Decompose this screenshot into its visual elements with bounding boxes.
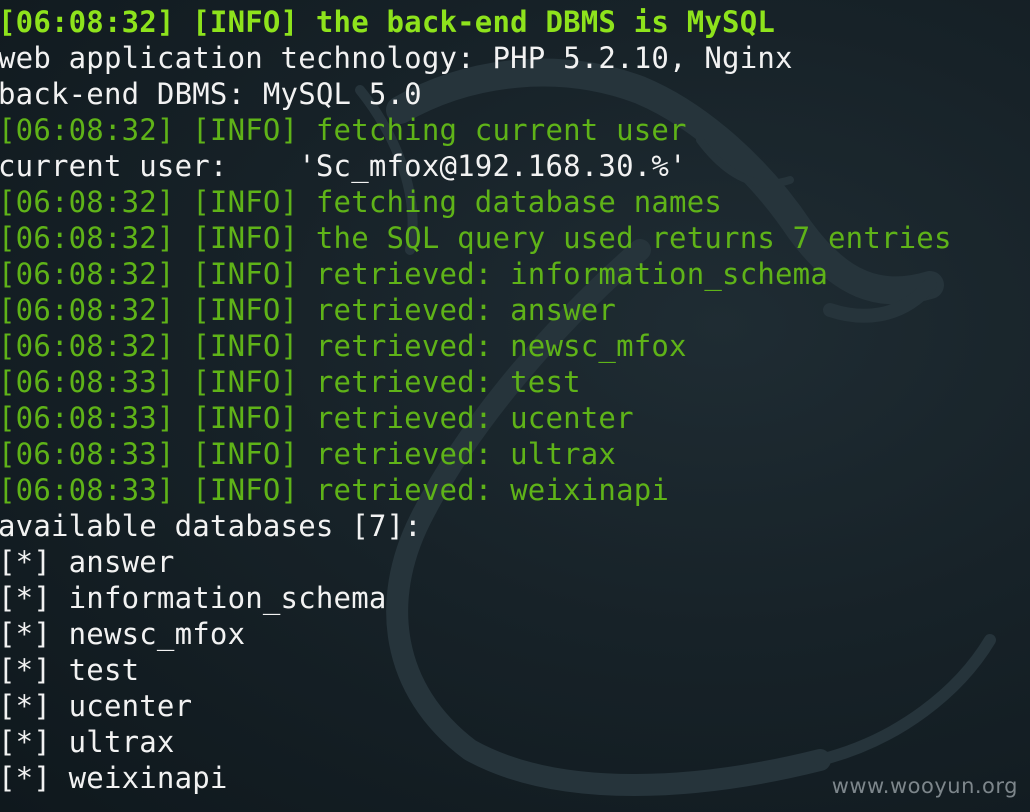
output-line-web-technology: web application technology: PHP 5.2.10, … xyxy=(0,41,793,75)
output-line-backend-dbms: back-end DBMS: MySQL 5.0 xyxy=(0,77,422,111)
database-list-item: [*] ultrax xyxy=(0,725,175,759)
log-line-dbms-detected: [06:08:32] [INFO] the back-end DBMS is M… xyxy=(0,5,776,39)
log-line-retrieved: [06:08:33] [INFO] retrieved: ucenter xyxy=(0,401,634,435)
log-line-retrieved: [06:08:32] [INFO] retrieved: newsc_mfox xyxy=(0,329,687,363)
log-line-retrieved: [06:08:33] [INFO] retrieved: ultrax xyxy=(0,437,617,471)
log-line-retrieved: [06:08:33] [INFO] retrieved: weixinapi xyxy=(0,473,670,507)
database-list-item: [*] answer xyxy=(0,545,175,579)
wooyun-watermark: www.wooyun.org xyxy=(831,774,1018,798)
database-list-item: [*] newsc_mfox xyxy=(0,617,246,651)
log-line-fetching-user: [06:08:32] [INFO] fetching current user xyxy=(0,113,687,147)
database-list-item: [*] information_schema xyxy=(0,581,387,615)
log-line-retrieved: [06:08:32] [INFO] retrieved: information… xyxy=(0,257,828,291)
log-line-retrieved: [06:08:33] [INFO] retrieved: test xyxy=(0,365,581,399)
log-line-retrieved: [06:08:32] [INFO] retrieved: answer xyxy=(0,293,617,327)
database-list-item: [*] ucenter xyxy=(0,689,193,723)
log-line-query-entries: [06:08:32] [INFO] the SQL query used ret… xyxy=(0,221,952,255)
output-line-current-user: current user: 'Sc_mfox@192.168.30.%' xyxy=(0,149,687,183)
terminal-output: [06:08:32] [INFO] the back-end DBMS is M… xyxy=(0,4,1028,796)
log-line-fetching-db-names: [06:08:32] [INFO] fetching database name… xyxy=(0,185,723,219)
terminal-window[interactable]: [06:08:32] [INFO] the back-end DBMS is M… xyxy=(0,0,1030,812)
database-list-item: [*] test xyxy=(0,653,140,687)
output-line-available-databases: available databases [7]: xyxy=(0,509,422,543)
